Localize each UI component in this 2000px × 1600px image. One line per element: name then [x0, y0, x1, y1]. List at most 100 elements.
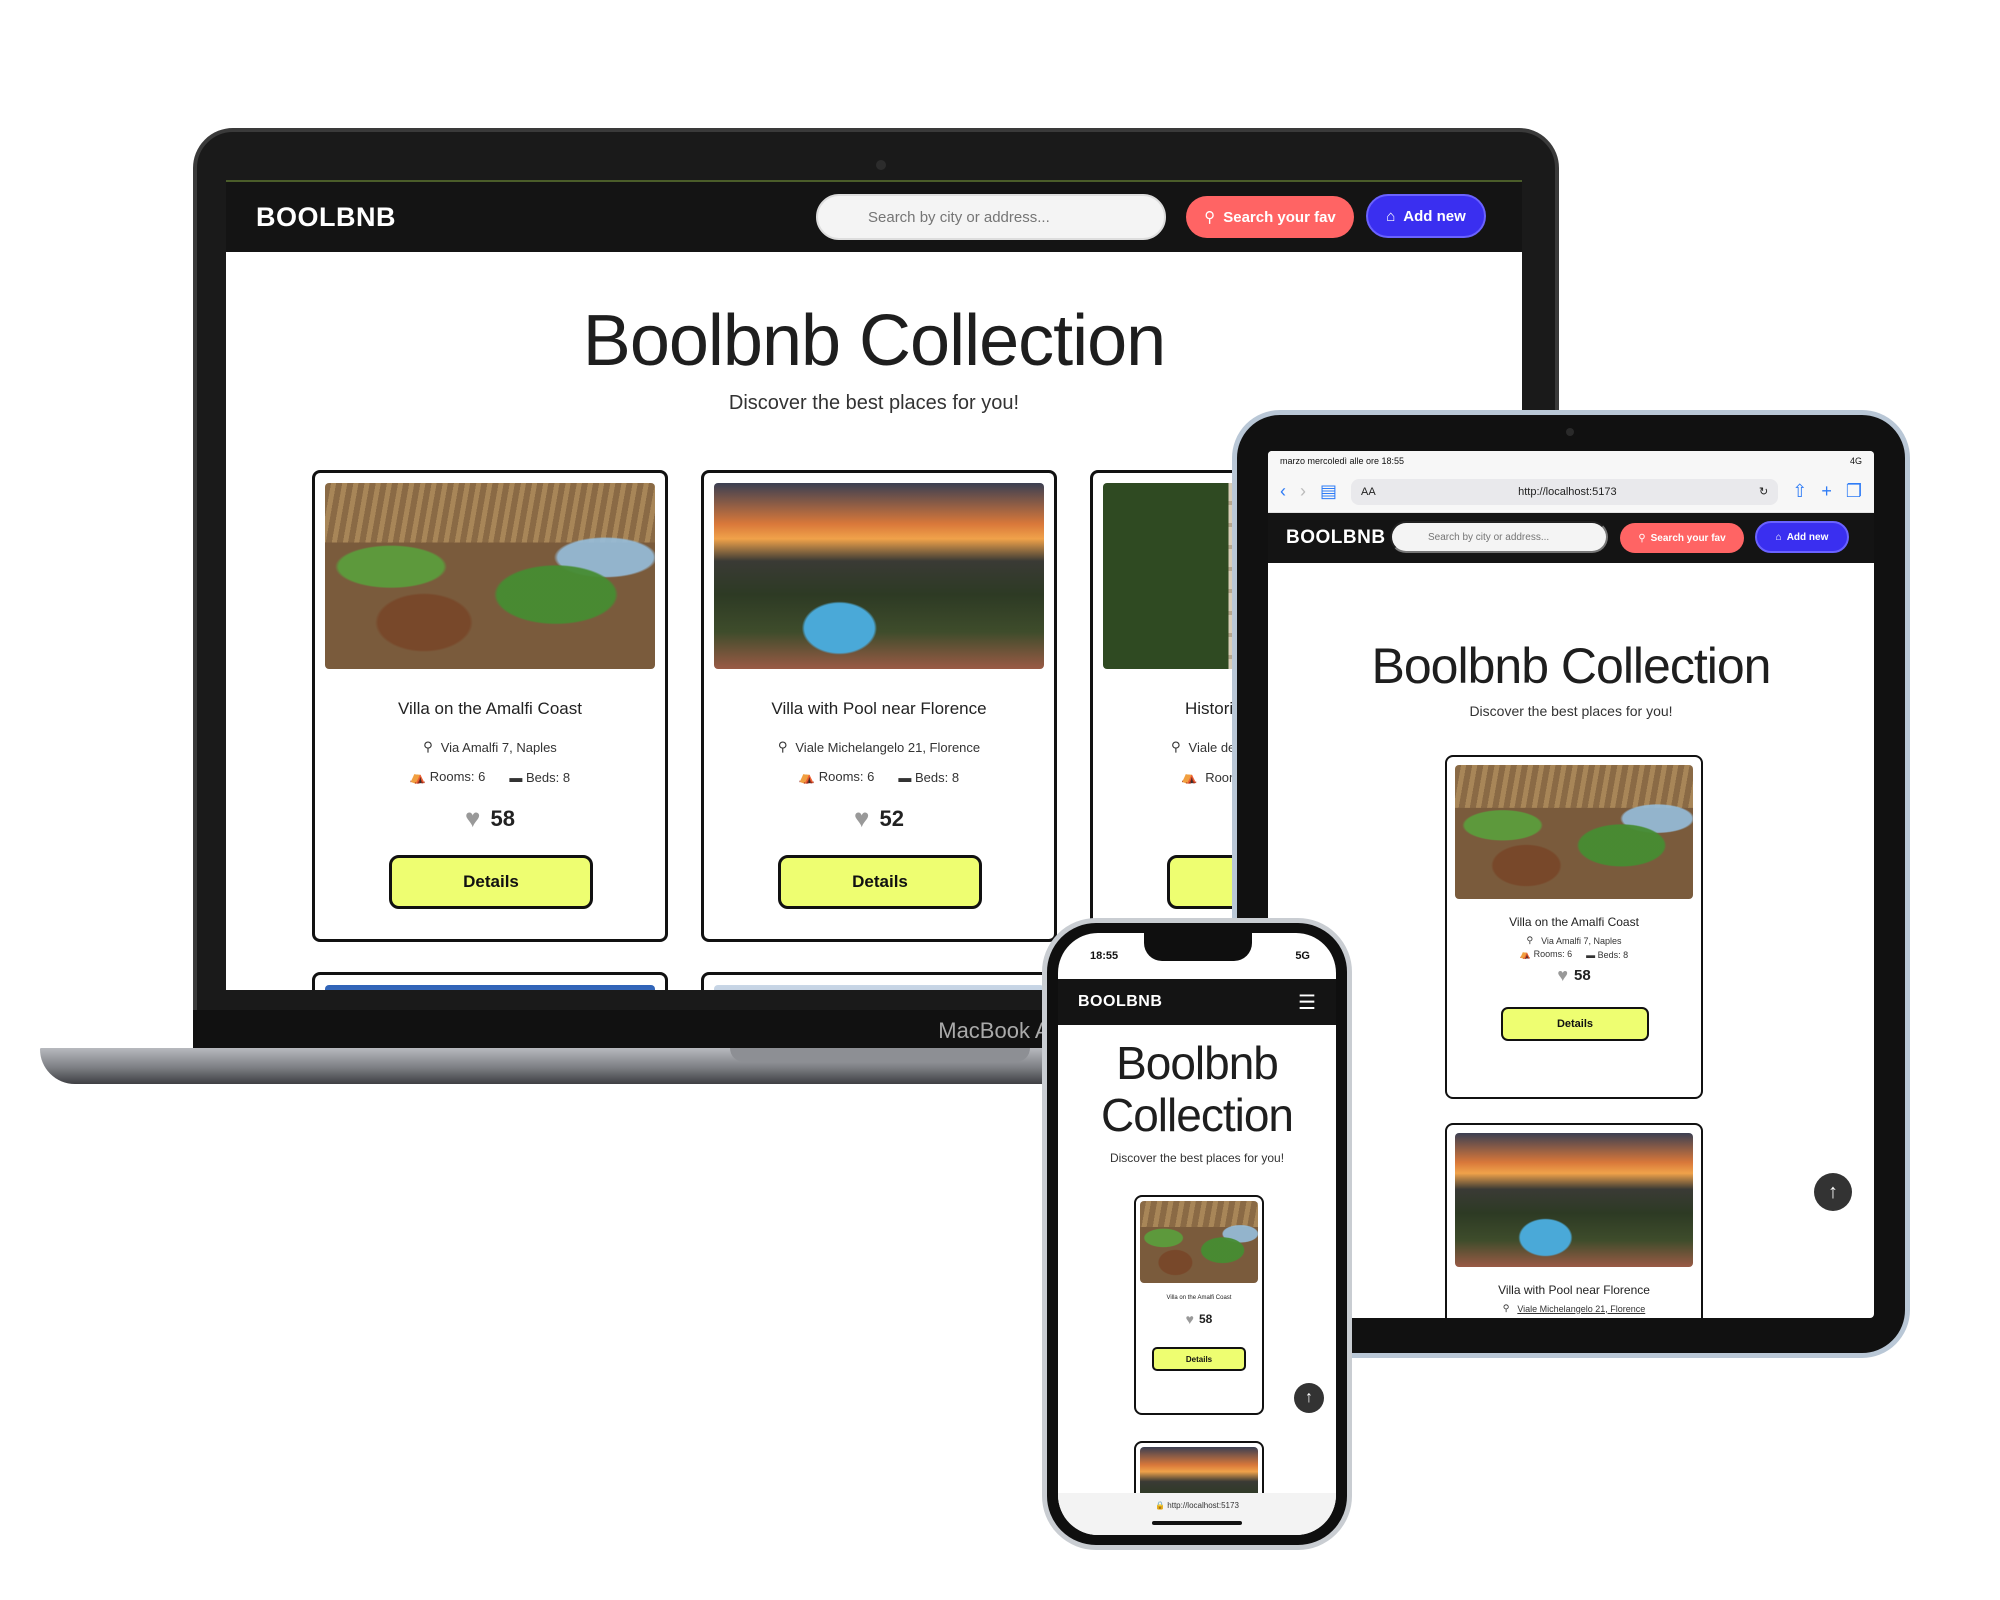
listing-card: Villa on the Amalfi Coast ♥ 58 Details	[1134, 1195, 1264, 1415]
likes-count: 58	[1198, 1312, 1213, 1326]
search-input[interactable]	[816, 194, 1166, 240]
back-icon[interactable]: ‹	[1280, 481, 1286, 502]
add-new-button[interactable]: ⌂ Add new	[1366, 194, 1486, 238]
listing-likes: ♥ 58	[1447, 965, 1701, 986]
search-fav-button[interactable]: ⚲ Search your fav	[1186, 196, 1354, 238]
listing-beds: ▬ Beds: 8	[509, 770, 570, 785]
listing-address-row: ⚲ Viale Michelangelo 21, Florence	[1447, 1303, 1701, 1314]
site-navbar: BOOLBNB ⚲ Search your fav ⌂ Add new	[226, 180, 1522, 252]
listing-likes: ♥ 52	[704, 803, 1054, 834]
details-button[interactable]: Details	[1501, 1007, 1649, 1041]
details-button[interactable]: Details	[1152, 1347, 1246, 1371]
details-button[interactable]: Details	[389, 855, 593, 909]
likes-count: 58	[490, 805, 515, 831]
status-time: 18:55	[1090, 950, 1119, 962]
search-icon: ⚲	[1638, 532, 1646, 544]
listing-address-row: ⚲ Viale Michelangelo 21, Florence	[704, 739, 1054, 755]
listing-address: Via Amalfi 7, Naples	[1541, 935, 1622, 946]
scroll-to-top-button[interactable]: ↑	[1814, 1173, 1852, 1211]
likes-count: 58	[1574, 967, 1591, 984]
hamburger-icon[interactable]: ☰	[1298, 990, 1316, 1015]
listing-card	[312, 972, 668, 990]
listing-photo[interactable]	[325, 985, 655, 990]
listing-photo[interactable]	[714, 483, 1044, 669]
bookmarks-icon[interactable]: ▤	[1320, 481, 1337, 502]
details-button[interactable]: Details	[778, 855, 982, 909]
listing-photo[interactable]	[325, 483, 655, 669]
listing-address-row: ⚲ Via Amalfi 7, Naples	[315, 739, 665, 755]
add-new-button[interactable]: ⌂ Add new	[1755, 521, 1849, 553]
site-navbar: BOOLBNB ⚲ Search your fav ⌂ Add new	[1268, 513, 1874, 563]
tabs-icon[interactable]: ❐	[1846, 481, 1862, 502]
heart-icon[interactable]: ♥	[1557, 965, 1568, 986]
add-new-label: Add new	[1786, 531, 1829, 543]
heart-icon[interactable]: ♥	[854, 803, 869, 834]
listing-card: Villa with Pool near Florence ⚲ Viale Mi…	[701, 470, 1057, 942]
brand-logo[interactable]: BOOLBNB	[256, 202, 396, 233]
status-network: 5G	[1295, 950, 1310, 962]
listing-rooms-text: Rooms: 6	[818, 769, 875, 784]
reload-icon[interactable]: ↻	[1759, 485, 1768, 498]
bank-icon: ⛺	[1181, 769, 1198, 784]
listing-photo[interactable]	[714, 985, 1044, 990]
search-input[interactable]	[1390, 521, 1608, 553]
heart-icon[interactable]: ♥	[1186, 1311, 1194, 1327]
listing-rooms: ⛺ Rooms: 6	[410, 769, 485, 785]
forward-icon[interactable]: ›	[1300, 481, 1306, 502]
listing-photo[interactable]	[1140, 1201, 1258, 1283]
listing-title: Villa on the Amalfi Coast	[1166, 1295, 1232, 1301]
new-tab-icon[interactable]: +	[1821, 481, 1832, 502]
listing-address-row: ⚲ Via Amalfi 7, Naples	[1447, 935, 1701, 946]
arrow-up-icon: ↑	[1305, 1389, 1313, 1406]
listing-photo[interactable]	[1455, 1133, 1693, 1267]
address-bar[interactable]: AA http://localhost:5173 ↻	[1351, 478, 1779, 505]
bed-icon: ▬	[1586, 949, 1598, 960]
listing-address: Viale Michelangelo 21, Florence	[1517, 1303, 1646, 1314]
search-fav-button[interactable]: ⚲ Search your fav	[1620, 523, 1744, 553]
laptop-camera	[876, 160, 886, 170]
likes-count: 52	[879, 805, 904, 831]
listing-address: Via Amalfi 7, Naples	[440, 739, 557, 755]
home-icon: ⌂	[1775, 531, 1782, 543]
home-indicator[interactable]	[1152, 1521, 1242, 1525]
listing-rooms-text: Rooms: 6	[429, 769, 486, 784]
listing-address: Viale Michelangelo 21, Florence	[795, 739, 981, 755]
page-subtitle: Discover the best places for you!	[1109, 1151, 1285, 1165]
share-icon[interactable]: ⇧	[1792, 481, 1807, 502]
listing-rooms-text: Rooms: 6	[1533, 949, 1573, 959]
listing-rooms: ⛺ Rooms: 6	[1520, 949, 1572, 960]
scroll-to-top-button[interactable]: ↑	[1294, 1383, 1324, 1413]
url-text: http://localhost:5173	[1167, 1501, 1239, 1510]
listing-title: Villa with Pool near Florence	[771, 699, 987, 718]
listing-specs-row: ⛺ Rooms: 6 ▬ Beds: 8	[315, 769, 665, 785]
listing-beds-text: Beds: 8	[525, 769, 571, 785]
arrow-up-icon: ↑	[1828, 1180, 1838, 1203]
url-text: http://localhost:5173	[1518, 485, 1617, 498]
status-bar: marzo mercoledì alle ore 18:55 4G	[1268, 451, 1874, 471]
bank-icon: ⛺	[798, 769, 819, 784]
listing-title: Villa with Pool near Florence	[1498, 1283, 1650, 1297]
home-icon: ⌂	[1386, 207, 1396, 225]
laptop-notch	[730, 1048, 1030, 1062]
phone-address-bar[interactable]: 🔒 http://localhost:5173	[1058, 1493, 1336, 1535]
listing-title: Villa on the Amalfi Coast	[398, 699, 582, 718]
listing-address: Viale del	[1188, 739, 1239, 755]
search-fav-label: Search your fav	[1650, 532, 1726, 544]
map-pin-icon: ⚲	[1502, 1303, 1510, 1313]
listing-card	[701, 972, 1057, 990]
brand-logo[interactable]: BOOLBNB	[1078, 993, 1162, 1011]
listing-rooms: ⛺ Rooms: 6	[799, 769, 874, 785]
text-size-button[interactable]: AA	[1361, 486, 1376, 498]
brand-logo[interactable]: BOOLBNB	[1286, 527, 1386, 549]
listing-photo[interactable]	[1455, 765, 1693, 899]
listing-title: Villa on the Amalfi Coast	[1509, 915, 1639, 929]
heart-icon[interactable]: ♥	[465, 803, 480, 834]
map-pin-icon: ⚲	[777, 739, 788, 754]
listing-card: Villa with Pool near Florence ⚲ Viale Mi…	[1445, 1123, 1703, 1318]
listing-specs-row: ⛺ Rooms: 6 ▬ Beds: 8	[1447, 949, 1701, 960]
status-network: 4G	[1849, 456, 1862, 466]
listing-beds-text: Beds: 8	[1597, 949, 1629, 960]
listing-beds-text: Beds: 8	[914, 769, 960, 785]
tablet-screen: marzo mercoledì alle ore 18:55 4G ‹ › ▤ …	[1268, 451, 1874, 1318]
page-subtitle: Discover the best places for you!	[1469, 703, 1673, 719]
